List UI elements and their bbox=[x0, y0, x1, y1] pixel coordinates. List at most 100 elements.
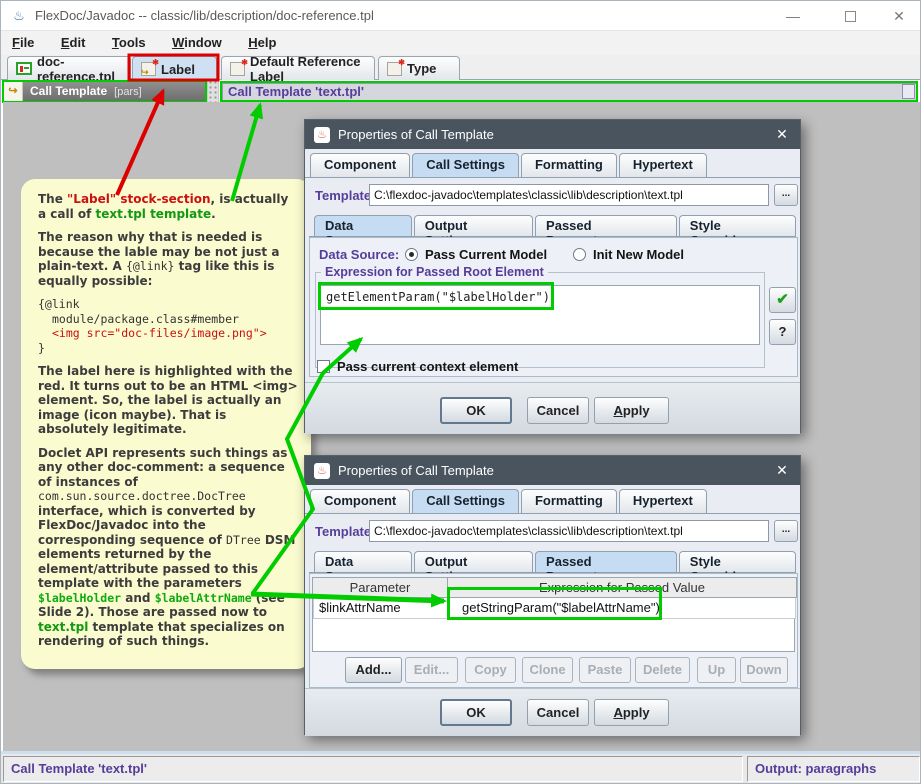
dialog2-tabs: Component Call Settings Formatting Hyper… bbox=[305, 486, 800, 514]
tab-formatting[interactable]: Formatting bbox=[521, 489, 617, 513]
down-button[interactable]: Down bbox=[740, 657, 788, 683]
subtab-output-settings[interactable]: Output Settings bbox=[414, 215, 533, 236]
tab-call-settings[interactable]: Call Settings bbox=[412, 489, 519, 513]
template-label: Template: bbox=[315, 524, 375, 539]
close-button[interactable]: ✕ bbox=[882, 1, 916, 31]
expression-groupbox-title: Expression for Passed Root Element bbox=[321, 265, 548, 279]
tab-hypertext[interactable]: Hypertext bbox=[619, 153, 707, 177]
app-icon: ♨ bbox=[11, 8, 27, 24]
call-template-icon: ↪ bbox=[4, 82, 23, 101]
browse-button[interactable]: ... bbox=[774, 520, 798, 542]
validate-expression-button[interactable]: ✔ bbox=[769, 287, 796, 313]
tab-call-settings[interactable]: Call Settings bbox=[412, 153, 519, 177]
radio-init-new-model-label: Init New Model bbox=[593, 247, 684, 262]
maximize-button[interactable] bbox=[845, 11, 856, 22]
dialog1-title: Properties of Call Template bbox=[338, 127, 773, 142]
radio-init-new-model[interactable] bbox=[573, 248, 586, 261]
right-pane-header: Call Template 'text.tpl' bbox=[220, 81, 918, 102]
note-labelattrname-ref: $labelAttrName bbox=[155, 591, 252, 605]
call-section-icon: ✱ bbox=[230, 62, 245, 76]
subtab-passed-parameters[interactable]: Passed Parameters bbox=[535, 551, 677, 572]
tab-hypertext[interactable]: Hypertext bbox=[619, 489, 707, 513]
dialog-call-template-1: ♨ Properties of Call Template ✕ Componen… bbox=[304, 119, 801, 433]
pass-context-checkbox-label: Pass current context element bbox=[337, 359, 518, 374]
menu-tools[interactable]: Tools bbox=[101, 31, 157, 55]
data-source-label: Data Source: bbox=[319, 247, 399, 262]
radio-pass-current-model-label: Pass Current Model bbox=[425, 247, 547, 262]
tab-type[interactable]: ✱ Type bbox=[378, 56, 460, 80]
right-pane-title: Call Template 'text.tpl' bbox=[228, 84, 364, 99]
subtab-output-settings[interactable]: Output Settings bbox=[414, 551, 533, 572]
menu-window[interactable]: Window bbox=[161, 31, 233, 55]
tab-doc-reference[interactable]: doc-reference.tpl bbox=[7, 56, 131, 80]
menu-edit[interactable]: Edit bbox=[50, 31, 97, 55]
subtab-data-source[interactable]: Data Source bbox=[314, 551, 412, 572]
tab-default-reference-label[interactable]: ✱ Default Reference Label bbox=[221, 56, 375, 80]
tab-component[interactable]: Component bbox=[310, 153, 410, 177]
copy-button[interactable]: Copy bbox=[465, 657, 516, 683]
dialog2-subtabs: Data Source Output Settings Passed Param… bbox=[309, 548, 796, 573]
left-pane-params: [pars] bbox=[114, 86, 142, 98]
subtab-style-overrides[interactable]: Style Overrides bbox=[679, 551, 796, 572]
dialog1-title-bar: ♨ Properties of Call Template ✕ bbox=[305, 120, 800, 149]
subtab-passed-parameters[interactable]: Passed Parameters bbox=[535, 215, 677, 236]
note-code-block: {@link module/package.class#member <img … bbox=[38, 297, 299, 355]
add-button[interactable]: Add... bbox=[345, 657, 402, 683]
pass-context-checkbox[interactable] bbox=[317, 360, 330, 373]
tab-bar: doc-reference.tpl ✱↪ Label ✱ Default Ref… bbox=[1, 55, 921, 80]
call-section-icon: ✱↪ bbox=[141, 62, 156, 76]
minimize-button[interactable]: — bbox=[776, 1, 810, 31]
template-path-field[interactable]: C:\flexdoc-javadoc\templates\classic\lib… bbox=[369, 520, 769, 542]
template-path-field[interactable]: C:\flexdoc-javadoc\templates\classic\lib… bbox=[369, 184, 769, 206]
ok-button[interactable]: OK bbox=[440, 397, 512, 424]
cancel-button[interactable]: Cancel bbox=[527, 397, 589, 424]
dialog1-close-icon[interactable]: ✕ bbox=[773, 126, 791, 143]
browse-button[interactable]: ... bbox=[774, 184, 798, 206]
dialog2-close-icon[interactable]: ✕ bbox=[773, 462, 791, 479]
header-end-cap bbox=[902, 84, 915, 99]
menu-help[interactable]: Help bbox=[237, 31, 287, 55]
left-pane-header: ↪ Call Template [pars] bbox=[2, 80, 207, 103]
subtab-data-source[interactable]: Data Source bbox=[314, 215, 412, 236]
dialog-call-template-2: ♨ Properties of Call Template ✕ Componen… bbox=[304, 455, 801, 735]
up-button[interactable]: Up bbox=[697, 657, 736, 683]
radio-pass-current-model[interactable] bbox=[405, 248, 418, 261]
edit-button[interactable]: Edit... bbox=[405, 657, 458, 683]
template-icon bbox=[16, 62, 32, 75]
left-pane-title: Call Template bbox=[30, 84, 107, 98]
status-bar: Call Template 'text.tpl' Output: paragra… bbox=[1, 754, 921, 784]
tab-label[interactable]: ✱↪ Label bbox=[132, 56, 217, 81]
note-box: The "Label" stock-section, is actually a… bbox=[21, 179, 311, 669]
cancel-button[interactable]: Cancel bbox=[527, 699, 589, 726]
title-bar: ♨ FlexDoc/Javadoc -- classic/lib/descrip… bbox=[1, 1, 921, 31]
status-left: Call Template 'text.tpl' bbox=[3, 756, 743, 782]
note-img-code: <img src="doc-files/image.png"> bbox=[38, 326, 299, 341]
java-icon: ♨ bbox=[314, 463, 330, 479]
dialog1-subtabs: Data Source Output Settings Passed Param… bbox=[309, 212, 796, 237]
param-cell[interactable]: $linkAttrName bbox=[313, 598, 448, 619]
column-header-parameter[interactable]: Parameter bbox=[312, 577, 448, 598]
menu-bar: File Edit Tools Window Help bbox=[1, 31, 921, 55]
app-window: ♨ FlexDoc/Javadoc -- classic/lib/descrip… bbox=[0, 0, 921, 784]
apply-button[interactable]: Apply bbox=[594, 699, 669, 726]
paste-button[interactable]: Paste bbox=[579, 657, 631, 683]
expression-highlight-box bbox=[447, 587, 662, 620]
apply-button[interactable]: Apply bbox=[594, 397, 669, 424]
ok-button[interactable]: OK bbox=[440, 699, 512, 726]
note-texttpl-ref: text.tpl template bbox=[96, 207, 212, 221]
subtab-style-overrides[interactable]: Style Overrides bbox=[679, 215, 796, 236]
expression-highlight-box bbox=[318, 282, 554, 310]
dialog2-title: Properties of Call Template bbox=[338, 463, 773, 478]
clone-button[interactable]: Clone bbox=[522, 657, 573, 683]
status-right: Output: paragraphs bbox=[747, 756, 920, 782]
dialog1-tabs: Component Call Settings Formatting Hyper… bbox=[305, 150, 800, 178]
tab-component[interactable]: Component bbox=[310, 489, 410, 513]
menu-file[interactable]: File bbox=[1, 31, 45, 55]
tab-formatting[interactable]: Formatting bbox=[521, 153, 617, 177]
template-label: Template: bbox=[315, 188, 375, 203]
expression-help-button[interactable]: ? bbox=[769, 319, 796, 345]
java-icon: ♨ bbox=[314, 127, 330, 143]
window-title: FlexDoc/Javadoc -- classic/lib/descripti… bbox=[35, 1, 374, 31]
delete-button[interactable]: Delete bbox=[635, 657, 690, 683]
note-label-ref: "Label" stock-section bbox=[67, 192, 211, 206]
